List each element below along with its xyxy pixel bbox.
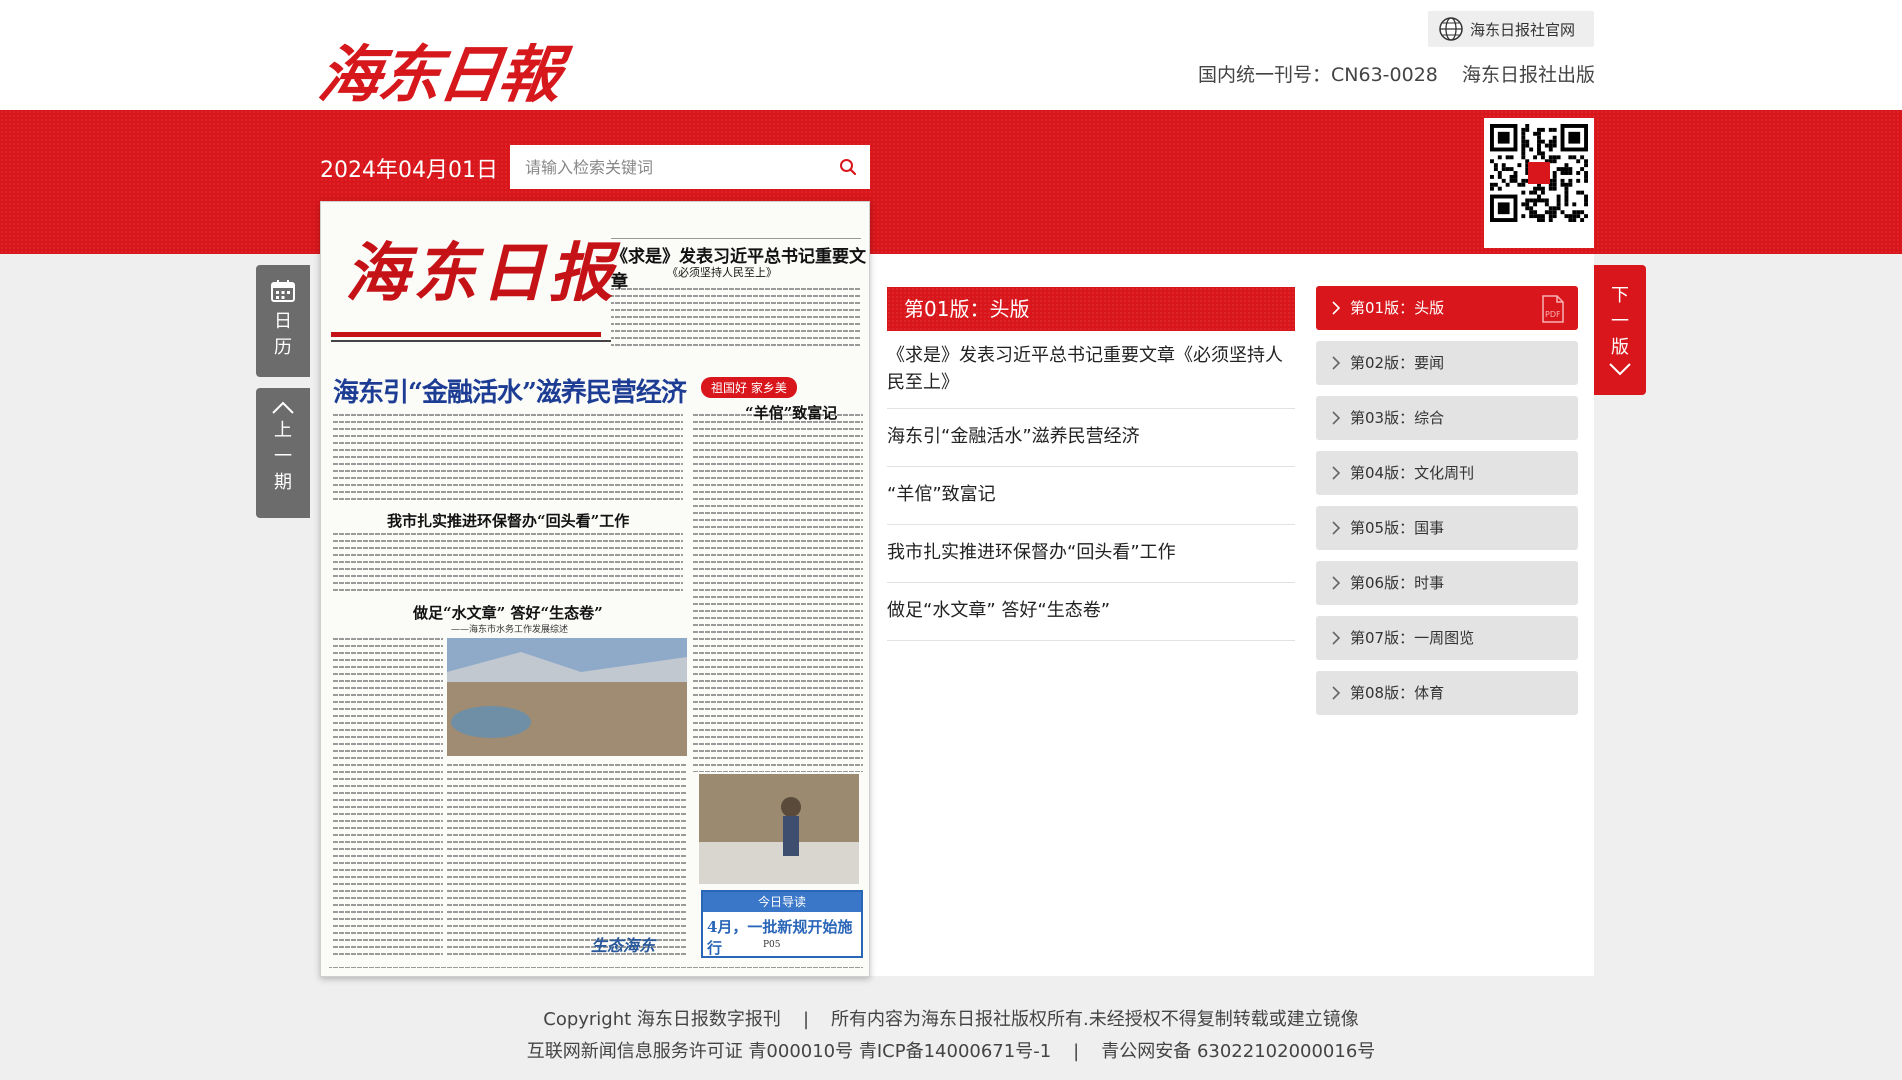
globe-icon <box>1439 17 1463 41</box>
search-icon[interactable] <box>838 157 858 177</box>
search-input[interactable] <box>510 145 830 189</box>
chevron-right-icon <box>1332 521 1341 535</box>
thumb-banner: 祖国好 家乡美 <box>701 377 797 398</box>
page-item-05[interactable]: 第05版：国事 <box>1316 506 1578 550</box>
thumb-top-subtitle: 《必须坚持人民至上》 <box>667 266 777 279</box>
thumb-guide-page: P05 <box>763 940 781 950</box>
footer-separator: | <box>1073 1041 1080 1062</box>
previous-issue-button[interactable]: 上 一 期 <box>256 388 310 518</box>
newspaper-texture <box>329 238 863 968</box>
chevron-right-icon <box>1332 466 1341 480</box>
prev-label-1: 上 <box>274 420 292 441</box>
site-logo[interactable]: 海东日報 <box>314 24 567 114</box>
thumb-guide-title: 今日导读 <box>703 892 861 912</box>
chevron-right-icon <box>1332 356 1341 370</box>
site-header: 海东日報 海东日报社官网 国内统一刊号：CN63-0028 海东日报社出版 <box>0 0 1902 111</box>
page-item-03[interactable]: 第03版：综合 <box>1316 396 1578 440</box>
article-link[interactable]: 《求是》发表习近平总书记重要文章《必须坚持人民至上》 <box>887 334 1295 409</box>
chevron-right-icon <box>1332 631 1341 645</box>
thumb-side-title: “羊倌”致富记 <box>745 404 838 422</box>
page-item-label: 第02版：要闻 <box>1350 354 1445 372</box>
pdf-icon[interactable]: PDF <box>1540 295 1566 323</box>
chevron-down-icon <box>1609 363 1631 376</box>
page-item-02[interactable]: 第02版：要闻 <box>1316 341 1578 385</box>
issue-date: 2024年04月01日 <box>320 158 498 183</box>
page-item-07[interactable]: 第07版：一周图览 <box>1316 616 1578 660</box>
next-page-button[interactable]: 下 一 版 <box>1594 265 1646 395</box>
thumb-masthead: 海东日报 <box>345 236 617 311</box>
thumb-headline-3: 做足“水文章” 答好“生态卷” <box>413 604 603 622</box>
page-item-label: 第07版：一周图览 <box>1350 629 1475 647</box>
chevron-right-icon <box>1332 686 1341 700</box>
page-list: 第01版：头版 PDF 第02版：要闻 第03版：综合 第04版：文化周刊 第0… <box>1316 286 1578 726</box>
thumb-guide-main: 4月，一批新规开始施行 <box>707 918 853 957</box>
page-item-label: 第05版：国事 <box>1350 519 1445 537</box>
prev-label-3: 期 <box>274 472 292 493</box>
footer-police-record[interactable]: 青公网安备 63022102000016号 <box>1101 1041 1375 1062</box>
official-site-button[interactable]: 海东日报社官网 <box>1428 11 1594 47</box>
chevron-up-icon <box>272 401 294 414</box>
calendar-button[interactable]: 日 历 <box>256 265 310 377</box>
prev-label-2: 一 <box>274 446 292 467</box>
thumb-headline: 海东引“金融活水”滋养民营经济 <box>333 378 687 408</box>
calendar-icon <box>271 280 295 302</box>
article-link[interactable]: “羊倌”致富记 <box>887 467 1295 525</box>
page-item-label: 第06版：时事 <box>1350 574 1445 592</box>
footer-license[interactable]: 互联网新闻信息服务许可证 青000010号 青ICP备14000671号-1 <box>527 1041 1051 1062</box>
thumb-guide-box: 今日导读 4月，一批新规开始施行 P05 <box>701 890 863 958</box>
calendar-label-1: 日 <box>274 311 292 332</box>
svg-text:PDF: PDF <box>1545 310 1561 319</box>
footer-line-2: 互联网新闻信息服务许可证 青000010号 青ICP备14000671号-1 | 青… <box>0 1037 1902 1063</box>
next-label-1: 下 <box>1611 285 1629 306</box>
page-item-label: 第03版：综合 <box>1350 409 1445 427</box>
footer-line-1: Copyright 海东日报数字报刊 | 所有内容为海东日报社版权所有.未经授权不得… <box>0 1005 1902 1031</box>
issn-text: 国内统一刊号：CN63-0028 <box>1198 64 1438 86</box>
thumb-headline-3-sub: ——海东市水务工作发展综述 <box>451 625 569 635</box>
page-item-01[interactable]: 第01版：头版 PDF <box>1316 286 1578 330</box>
calendar-label-2: 历 <box>274 337 292 358</box>
search-box <box>510 145 870 189</box>
footer-separator: | <box>802 1009 810 1030</box>
page-item-label: 第01版：头版 <box>1350 299 1445 317</box>
page-item-08[interactable]: 第08版：体育 <box>1316 671 1578 715</box>
qr-code <box>1484 118 1594 248</box>
page-item-label: 第04版：文化周刊 <box>1350 464 1475 482</box>
publisher-text: 海东日报社出版 <box>1462 64 1596 86</box>
thumb-eco-label: 生态海东 <box>591 936 656 955</box>
page-item-label: 第08版：体育 <box>1350 684 1445 702</box>
chevron-right-icon <box>1332 301 1341 315</box>
article-link[interactable]: 做足“水文章” 答好“生态卷” <box>887 583 1295 641</box>
article-link[interactable]: 海东引“金融活水”滋养民营经济 <box>887 409 1295 467</box>
official-site-label: 海东日报社官网 <box>1470 20 1576 39</box>
page-item-04[interactable]: 第04版：文化周刊 <box>1316 451 1578 495</box>
current-page-title: 第01版：头版 <box>887 287 1295 331</box>
newspaper-page-thumbnail[interactable]: 海东日报 《求是》发表习近平总书记重要文章 《必须坚持人民至上》 海东引“金融活… <box>320 201 870 977</box>
red-banner <box>0 110 1902 254</box>
next-label-2: 一 <box>1611 311 1629 332</box>
page-item-06[interactable]: 第06版：时事 <box>1316 561 1578 605</box>
footer-copyright: Copyright 海东日报数字报刊 <box>543 1009 781 1030</box>
article-list: 《求是》发表习近平总书记重要文章《必须坚持人民至上》 海东引“金融活水”滋养民营… <box>887 334 1295 641</box>
chevron-right-icon <box>1332 411 1341 425</box>
article-link[interactable]: 我市扎实推进环保督办“回头看”工作 <box>887 525 1295 583</box>
next-label-3: 版 <box>1611 337 1629 358</box>
thumb-headline-2: 我市扎实推进环保督办“回头看”工作 <box>387 512 630 530</box>
footer-rights: 所有内容为海东日报社版权所有.未经授权不得复制转载或建立镜像 <box>831 1009 1359 1030</box>
chevron-right-icon <box>1332 576 1341 590</box>
